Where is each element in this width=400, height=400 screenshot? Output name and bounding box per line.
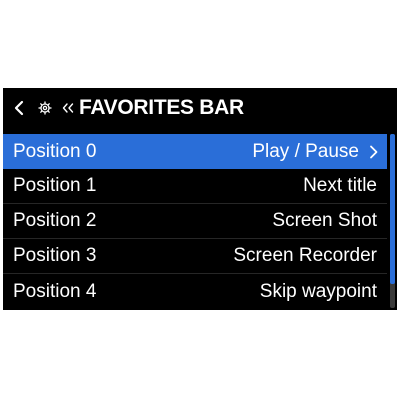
list-item-position-3[interactable]: Position 3 Screen Recorder [3,239,387,274]
favorites-bar-screen: FAVORITES BAR Position 0 Play / Pause Po… [3,88,397,310]
scrollbar[interactable] [390,134,395,308]
list-item-position-1[interactable]: Position 1 Next title [3,169,387,204]
list-item-label: Position 3 [13,245,97,266]
list-item-label: Position 4 [13,280,97,302]
list-item-value: Screen Recorder [233,245,377,266]
favorites-list: Position 0 Play / Pause Position 1 Next … [3,134,387,309]
page-title: FAVORITES BAR [79,96,244,119]
title-bar: FAVORITES BAR [3,88,397,128]
gear-icon[interactable] [37,98,53,118]
list-item-position-4[interactable]: Position 4 Skip waypoint [3,274,387,309]
scrollbar-thumb[interactable] [390,134,395,284]
list-item-value: Screen Shot [272,210,377,231]
chevron-right-icon [369,145,379,159]
list-item-value-text: Play / Pause [252,140,359,162]
list-item-position-2[interactable]: Position 2 Screen Shot [3,204,387,239]
double-chevron-left-icon[interactable] [61,98,75,118]
list-item-label: Position 2 [13,210,97,231]
list-item-label: Position 0 [13,140,97,162]
list-item-value: Skip waypoint [259,280,377,302]
list-item-label: Position 1 [13,175,97,196]
list-item-value: Next title [303,175,377,196]
chevron-left-icon[interactable] [11,98,27,118]
list-item-position-0[interactable]: Position 0 Play / Pause [3,134,387,169]
list-item-value: Play / Pause [252,141,387,163]
